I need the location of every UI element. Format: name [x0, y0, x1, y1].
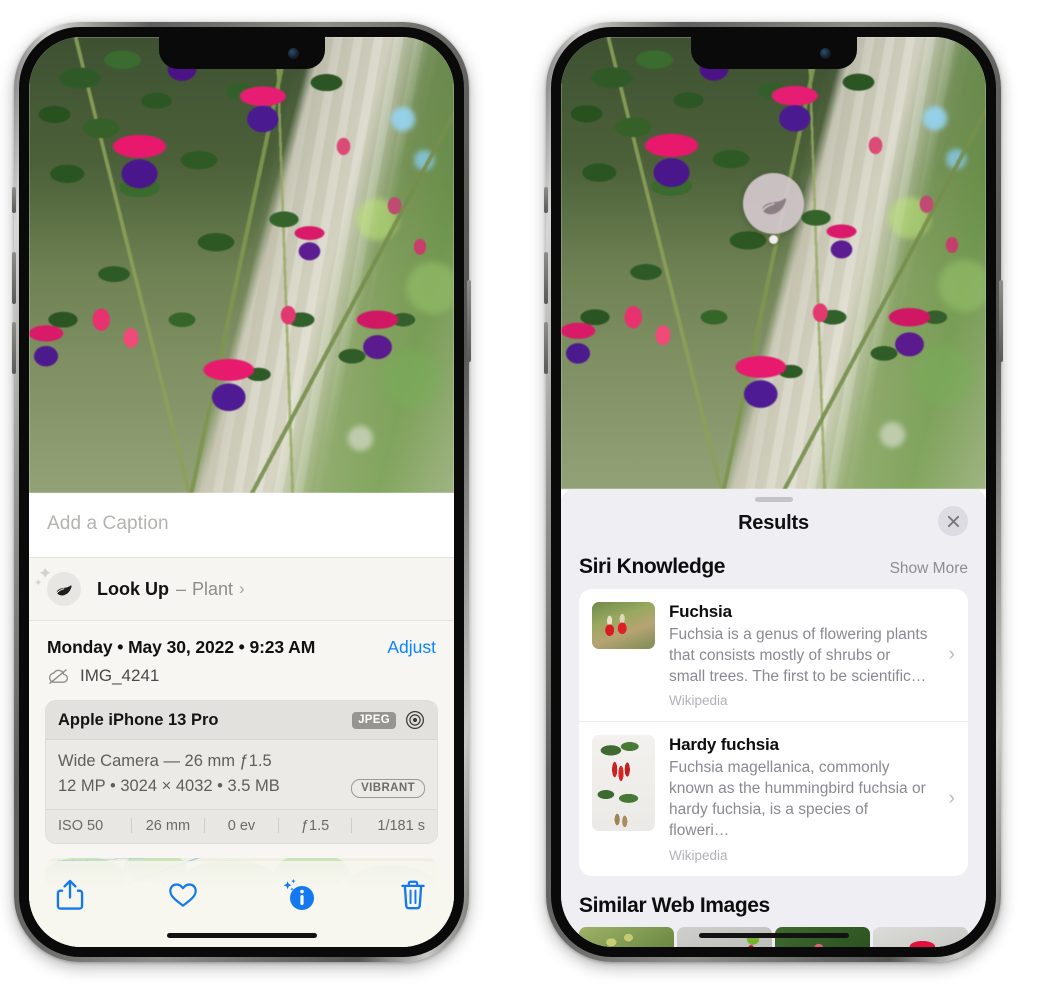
- left-phone-device: Add a Caption ✦ ✦ Look Up – Plant › Mond…: [12, 22, 471, 962]
- notch: [690, 37, 857, 69]
- show-more-button[interactable]: Show More: [890, 560, 968, 578]
- photo-viewer[interactable]: [561, 37, 986, 489]
- left-phone-bezel: Add a Caption ✦ ✦ Look Up – Plant › Mond…: [19, 27, 464, 957]
- camera-card-body: Wide Camera — 26 mm ƒ1.5 12 MP • 3024 × …: [46, 740, 437, 809]
- caption-field-row[interactable]: Add a Caption: [29, 493, 454, 558]
- adjust-button[interactable]: Adjust: [387, 637, 436, 658]
- photo-filename: IMG_4241: [80, 666, 160, 685]
- icloud-off-icon: [48, 668, 69, 684]
- knowledge-text: Fuchsia Fuchsia is a genus of flowering …: [669, 602, 956, 708]
- similar-images-header: Similar Web Images: [561, 876, 986, 927]
- siri-knowledge-header: Siri Knowledge Show More: [561, 551, 986, 589]
- knowledge-thumbnail: [592, 735, 655, 832]
- photographic-style-badge: VIBRANT: [351, 778, 425, 798]
- knowledge-description: Fuchsia magellanica, commonly known as t…: [669, 759, 926, 840]
- volume-down-button[interactable]: [544, 322, 548, 374]
- knowledge-description: Fuchsia is a genus of flowering plants t…: [669, 626, 928, 686]
- camera-model: Apple iPhone 13 Pro: [58, 710, 219, 729]
- look-up-separator: –: [176, 578, 187, 599]
- front-camera-icon: [287, 48, 299, 59]
- side-button[interactable]: [467, 280, 471, 362]
- look-up-row[interactable]: ✦ ✦ Look Up – Plant ›: [29, 558, 454, 621]
- photo-datetime: Monday • May 30, 2022 • 9:23 AM: [47, 637, 316, 657]
- visual-lookup-dot: [769, 235, 778, 244]
- volume-up-button[interactable]: [12, 252, 16, 304]
- filename-row: IMG_4241: [29, 660, 454, 700]
- look-up-subject: Plant: [192, 578, 234, 599]
- home-indicator[interactable]: [698, 933, 849, 938]
- results-header: Results: [561, 502, 986, 551]
- home-indicator[interactable]: [166, 933, 317, 938]
- similar-image-tile[interactable]: [873, 926, 968, 947]
- camera-lens-line: Wide Camera — 26 mm ƒ1.5: [58, 752, 272, 770]
- info-sparkle-icon[interactable]: [281, 878, 315, 912]
- exif-aperture: ƒ1.5: [300, 817, 330, 834]
- siri-knowledge-card: Fuchsia Fuchsia is a genus of flowering …: [579, 589, 968, 876]
- volume-down-button[interactable]: [12, 322, 16, 374]
- chevron-right-icon: ›: [948, 644, 955, 666]
- left-phone-screen: Add a Caption ✦ ✦ Look Up – Plant › Mond…: [29, 37, 454, 947]
- knowledge-row[interactable]: Hardy fuchsia Fuchsia magellanica, commo…: [579, 721, 968, 875]
- leaf-badge: ✦ ✦: [34, 565, 81, 606]
- close-button[interactable]: [938, 506, 968, 536]
- datetime-row: Monday • May 30, 2022 • 9:23 AM Adjust: [29, 621, 454, 660]
- visual-lookup-badge[interactable]: [743, 173, 804, 234]
- leaf-icon: [761, 197, 786, 214]
- mute-switch[interactable]: [544, 187, 548, 213]
- exif-focal: 26 mm: [145, 817, 191, 834]
- close-icon[interactable]: [946, 514, 961, 529]
- info-button[interactable]: [281, 878, 315, 912]
- results-sheet: Results Siri Knowledge Show More Fuchsia…: [561, 489, 986, 947]
- photo-viewer[interactable]: [29, 37, 454, 493]
- camera-header-badges: JPEG: [352, 710, 425, 730]
- volume-up-button[interactable]: [544, 252, 548, 304]
- knowledge-text: Hardy fuchsia Fuchsia magellanica, commo…: [669, 735, 956, 862]
- exif-ev: 0 ev: [227, 817, 256, 834]
- knowledge-source: Wikipedia: [669, 847, 728, 863]
- leaf-icon: [56, 585, 72, 596]
- sparkle-small-icon: ✦: [34, 578, 43, 589]
- format-badge: JPEG: [352, 711, 396, 729]
- exif-iso: ISO 50: [58, 817, 104, 834]
- right-phone-device: Results Siri Knowledge Show More Fuchsia…: [544, 22, 1003, 962]
- front-camera-icon: [819, 48, 831, 59]
- knowledge-thumbnail: [592, 602, 655, 649]
- look-up-title: Look Up: [97, 578, 169, 599]
- similar-images-title: Similar Web Images: [579, 893, 770, 917]
- side-button[interactable]: [999, 280, 1003, 362]
- mute-switch[interactable]: [12, 187, 16, 213]
- camera-info-card[interactable]: Apple iPhone 13 Pro JPEG Wide Camera — 2…: [45, 700, 438, 844]
- exif-shutter: 1/181 s: [377, 817, 425, 834]
- delete-trash-icon[interactable]: [398, 879, 428, 911]
- camera-card-header: Apple iPhone 13 Pro JPEG: [46, 701, 437, 740]
- knowledge-title: Hardy fuchsia: [669, 735, 779, 755]
- chevron-right-icon: ›: [948, 787, 955, 809]
- right-phone-bezel: Results Siri Knowledge Show More Fuchsia…: [551, 27, 996, 957]
- chevron-right-icon: ›: [239, 579, 245, 598]
- similar-image-tile[interactable]: [579, 926, 674, 947]
- knowledge-title: Fuchsia: [669, 602, 732, 621]
- right-phone-screen: Results Siri Knowledge Show More Fuchsia…: [561, 37, 986, 947]
- exif-row: ISO 50 26 mm 0 ev ƒ1.5 1/181 s: [46, 808, 437, 843]
- aperture-icon: [406, 711, 424, 729]
- knowledge-row[interactable]: Fuchsia Fuchsia is a genus of flowering …: [579, 589, 968, 721]
- favorite-heart-icon[interactable]: [168, 879, 198, 911]
- screenshot-stage: Add a Caption ✦ ✦ Look Up – Plant › Mond…: [0, 0, 1055, 985]
- knowledge-source: Wikipedia: [669, 693, 728, 709]
- notch: [158, 37, 325, 69]
- caption-input-placeholder[interactable]: Add a Caption: [47, 513, 436, 535]
- results-title: Results: [738, 512, 809, 534]
- share-icon[interactable]: [55, 879, 85, 911]
- visual-lookup-pin[interactable]: [743, 173, 804, 244]
- siri-knowledge-title: Siri Knowledge: [579, 555, 726, 578]
